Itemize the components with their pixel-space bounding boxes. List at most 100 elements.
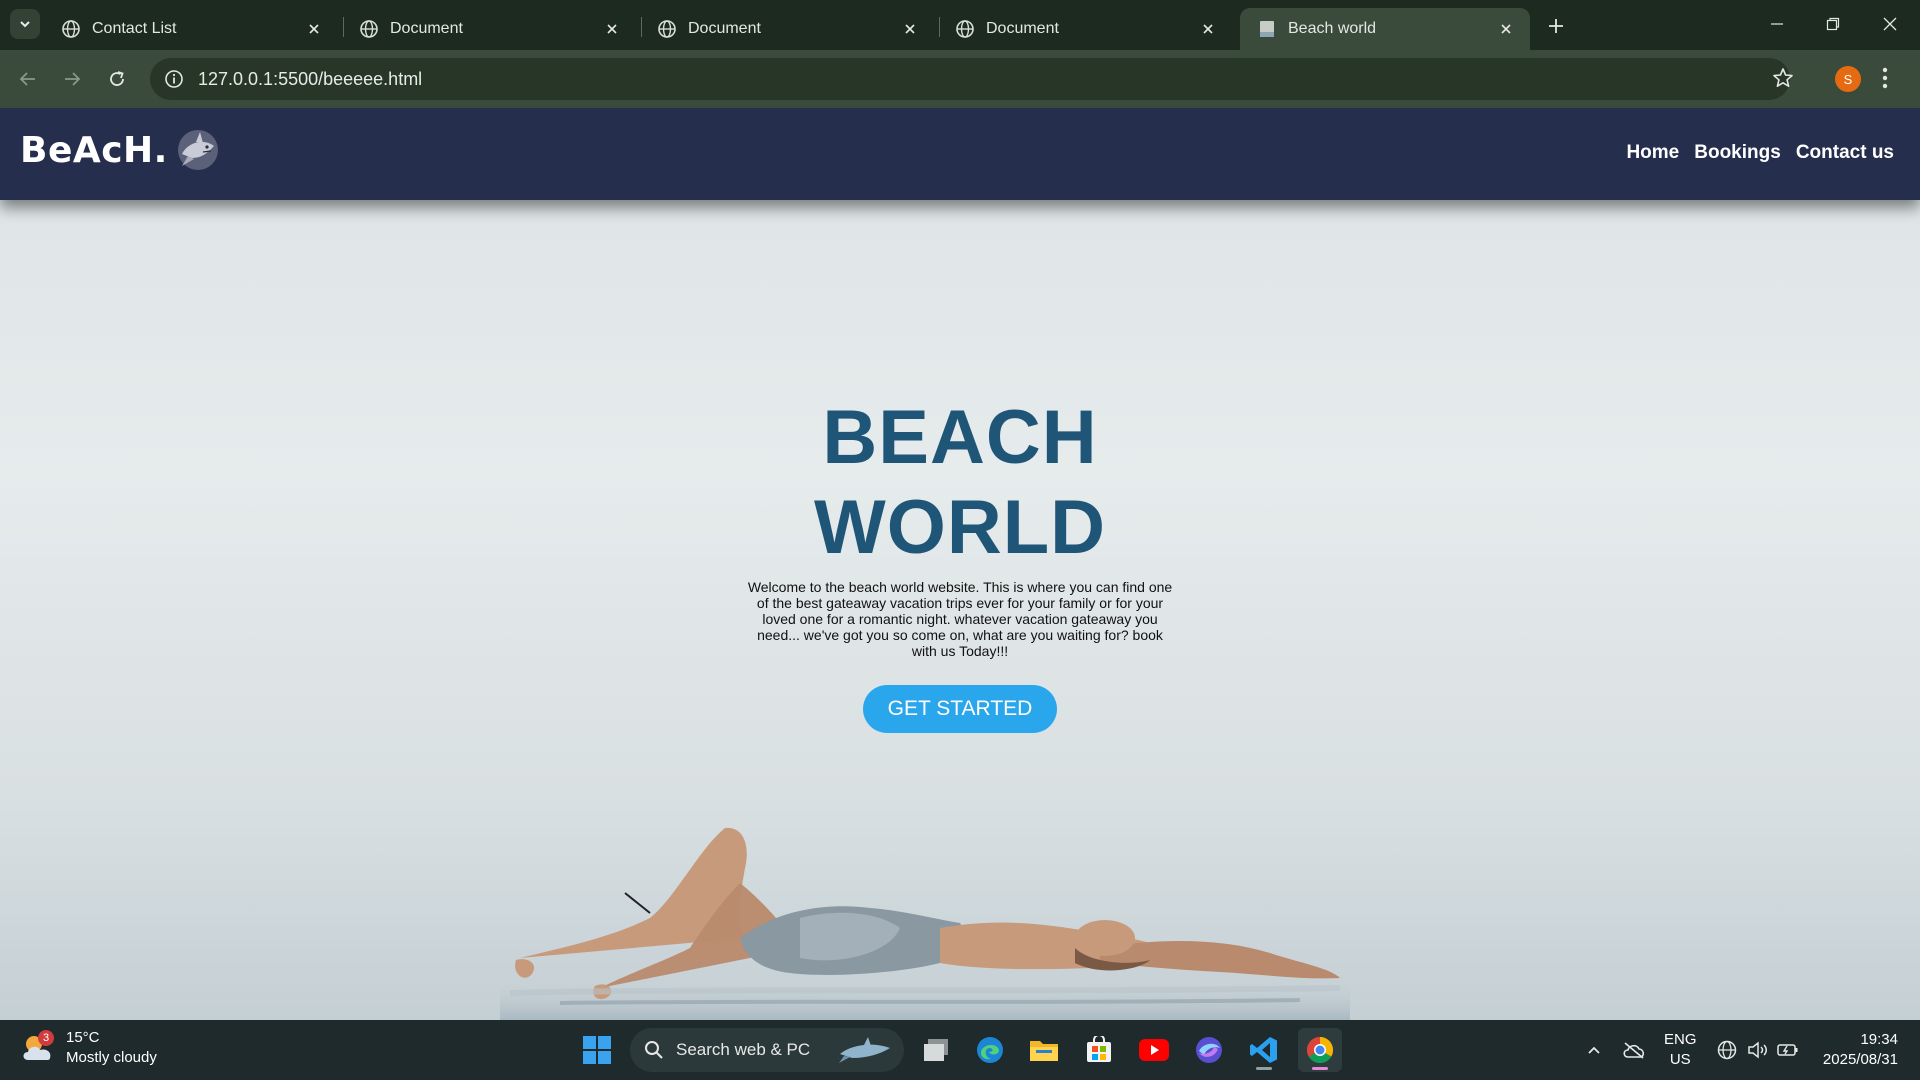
taskbar-file-explorer[interactable] (1022, 1028, 1066, 1072)
hero-background-image (500, 827, 1350, 1020)
site-header: BeAcH. Home Bookings Contact us (0, 108, 1920, 200)
tab-label: Document (986, 20, 1059, 37)
globe-icon (658, 20, 676, 38)
language-region: US (1669, 1051, 1691, 1068)
close-icon[interactable] (900, 19, 920, 39)
reload-button[interactable] (101, 63, 133, 95)
close-icon[interactable] (1198, 19, 1218, 39)
site-logo[interactable]: BeAcH. (20, 128, 220, 172)
weather-widget[interactable]: 3 15°C Mostly cloudy (20, 1028, 157, 1068)
running-indicator (1256, 1067, 1272, 1070)
weather-temp: 15°C (66, 1029, 100, 1046)
cloud-offline-icon (1623, 1042, 1645, 1059)
globe-icon (1717, 1040, 1737, 1060)
taskbar-microsoft-store[interactable] (1077, 1028, 1121, 1072)
brand-name: BeAcH. (20, 129, 168, 171)
shark-icon (177, 130, 218, 170)
nav-bookings-link[interactable]: Bookings (1694, 142, 1781, 164)
taskbar-vscode[interactable] (1242, 1028, 1286, 1072)
close-window-button[interactable] (1870, 8, 1910, 40)
browser-toolbar: 127.0.0.1:5500/beeeee.html S (0, 50, 1920, 108)
network-tray[interactable] (1716, 1034, 1738, 1066)
get-started-button[interactable]: GET STARTED (862, 685, 1058, 733)
globe-icon (62, 20, 80, 38)
youtube-icon (1139, 1039, 1169, 1061)
reload-icon (110, 71, 124, 86)
search-icon (645, 1041, 663, 1059)
minimize-icon (1771, 23, 1783, 25)
nav-home-link[interactable]: Home (1626, 142, 1679, 164)
running-indicator (1312, 1067, 1328, 1070)
battery-charging-icon (1777, 1044, 1798, 1056)
page-icon (1260, 21, 1274, 37)
battery-tray[interactable] (1776, 1034, 1800, 1066)
tab-document-2[interactable]: Document (640, 8, 934, 50)
taskbar-search[interactable]: Search web & PC (630, 1028, 904, 1072)
tab-document-3[interactable]: Document (938, 8, 1232, 50)
taskbar-chrome[interactable] (1298, 1028, 1342, 1072)
vscode-icon (1250, 1037, 1277, 1063)
taskbar-edge[interactable] (968, 1028, 1012, 1072)
search-placeholder: Search web & PC (676, 1040, 811, 1059)
taskbar-clock[interactable]: 19:34 2025/08/31 (1823, 1030, 1898, 1070)
arrow-left-icon (19, 72, 35, 86)
hero-section: BEACH WORLD Welcome to the beach world w… (660, 393, 1260, 733)
more-menu-icon[interactable] (1882, 66, 1888, 95)
close-icon (1883, 17, 1897, 31)
windows-taskbar: 3 15°C Mostly cloudy Search web & PC ENG… (0, 1020, 1920, 1080)
language-code: ENG (1664, 1031, 1697, 1048)
info-icon[interactable] (164, 69, 184, 89)
browser-tab-strip: Contact List Document Document Document … (0, 0, 1920, 50)
address-bar[interactable]: 127.0.0.1:5500/beeeee.html (150, 58, 1790, 100)
weather-badge: 3 (38, 1030, 54, 1046)
copilot-icon (1196, 1037, 1222, 1063)
shark-icon (839, 1037, 891, 1063)
tab-contact-list[interactable]: Contact List (44, 8, 338, 50)
task-view-button[interactable] (914, 1028, 958, 1072)
tab-label: Contact List (92, 20, 177, 37)
globe-icon (956, 20, 974, 38)
edge-icon (977, 1037, 1003, 1063)
url-text: 127.0.0.1:5500/beeeee.html (198, 68, 423, 89)
chrome-icon (1306, 1036, 1334, 1064)
close-icon[interactable] (602, 19, 622, 39)
volume-tray[interactable] (1746, 1034, 1770, 1066)
profile-avatar[interactable]: S (1835, 66, 1861, 92)
site-nav: Home Bookings Contact us (1626, 142, 1894, 164)
folder-icon (1030, 1041, 1058, 1061)
close-icon[interactable] (1496, 19, 1516, 39)
restore-icon (1826, 17, 1840, 31)
minimize-button[interactable] (1757, 8, 1797, 40)
arrow-right-icon (65, 72, 81, 86)
show-hidden-icons-button[interactable] (1582, 1034, 1606, 1066)
forward-button[interactable] (56, 63, 88, 95)
tab-search-button[interactable] (10, 9, 40, 39)
close-icon[interactable] (304, 19, 324, 39)
restore-button[interactable] (1813, 8, 1853, 40)
bookmark-star-icon[interactable] (1772, 67, 1794, 94)
page-viewport: BeAcH. Home Bookings Contact us BEACH WO… (0, 108, 1920, 1020)
speaker-icon (1748, 1041, 1767, 1059)
tab-document-1[interactable]: Document (342, 8, 636, 50)
nav-contact-link[interactable]: Contact us (1796, 142, 1894, 164)
chevron-up-icon (1588, 1046, 1600, 1054)
windows-logo-icon (583, 1036, 611, 1064)
clock-time: 19:34 (1860, 1031, 1898, 1048)
hero-title-line-2: WORLD (813, 485, 1107, 570)
tab-beach-world[interactable]: Beach world (1240, 8, 1530, 50)
hero-title-line-1: BEACH (822, 395, 1098, 480)
taskbar-copilot[interactable] (1187, 1028, 1231, 1072)
onedrive-tray[interactable] (1620, 1034, 1648, 1066)
taskbar-youtube[interactable] (1132, 1028, 1176, 1072)
input-language[interactable]: ENG US (1664, 1030, 1697, 1070)
plus-icon (1549, 19, 1563, 33)
tab-label: Document (390, 20, 463, 37)
tab-label: Document (688, 20, 761, 37)
start-button[interactable] (582, 1035, 612, 1070)
store-icon (1087, 1036, 1111, 1062)
new-tab-button[interactable] (1543, 13, 1569, 39)
chevron-down-icon (20, 21, 30, 28)
globe-icon (360, 20, 378, 38)
weather-condition: Mostly cloudy (66, 1049, 157, 1066)
back-button[interactable] (12, 63, 44, 95)
